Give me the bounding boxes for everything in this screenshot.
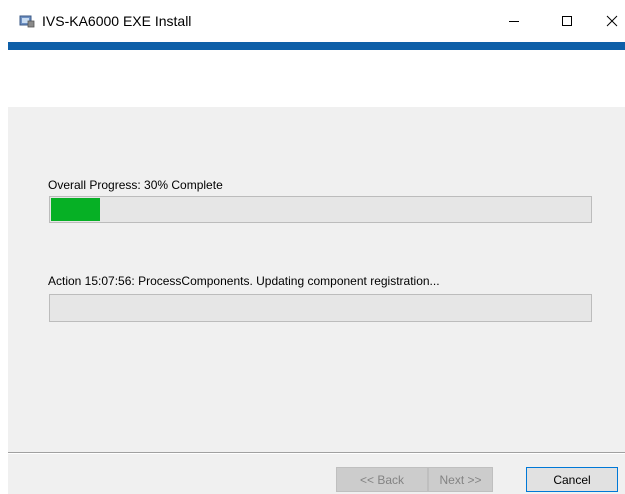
title-bar[interactable]: IVS-KA6000 EXE Install (8, 0, 625, 42)
back-button[interactable]: << Back (336, 467, 428, 492)
title-accent-bar (8, 42, 625, 50)
action-progress-bar (49, 294, 592, 322)
overall-progress-label: Overall Progress: 30% Complete (48, 178, 223, 192)
maximize-button[interactable] (552, 10, 582, 32)
minimize-icon (509, 21, 519, 22)
header-banner (8, 50, 625, 107)
window-title: IVS-KA6000 EXE Install (42, 13, 192, 29)
close-icon (606, 15, 618, 27)
footer-divider-highlight (8, 453, 625, 454)
installer-window: IVS-KA6000 EXE Install Overall Progress:… (8, 0, 625, 494)
close-button[interactable] (597, 10, 625, 32)
overall-progress-bar (49, 196, 592, 223)
action-status-text: Action 15:07:56: ProcessComponents. Upda… (48, 274, 440, 288)
maximize-icon (562, 16, 572, 26)
cancel-button[interactable]: Cancel (526, 467, 618, 492)
next-button[interactable]: Next >> (428, 467, 493, 492)
minimize-button[interactable] (499, 10, 529, 32)
installer-icon (19, 14, 35, 28)
overall-progress-fill (51, 198, 100, 221)
